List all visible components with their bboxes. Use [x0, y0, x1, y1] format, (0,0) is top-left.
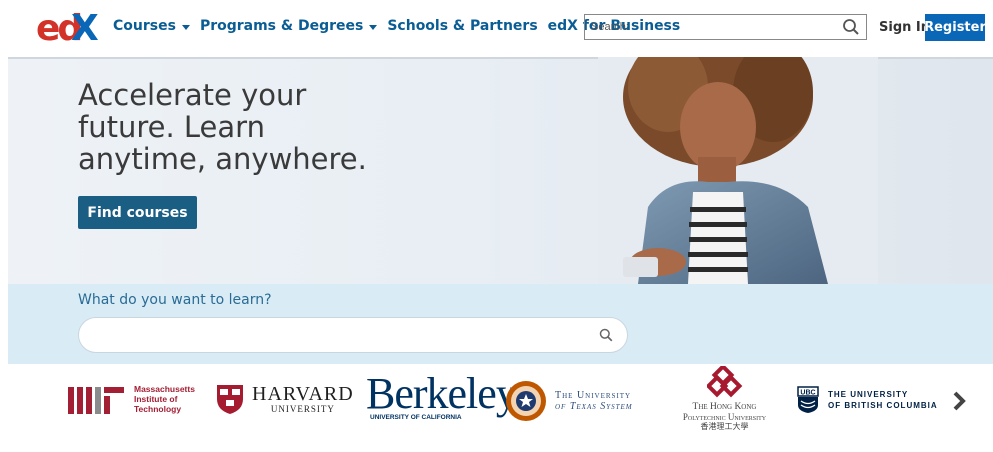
- search-icon[interactable]: [842, 18, 860, 36]
- chevron-right-icon[interactable]: [952, 391, 966, 411]
- polyu-emblem-icon: [706, 366, 742, 398]
- ubc-badge-text: UBC: [800, 390, 815, 397]
- harvard-sub: UNIVERSITY: [270, 404, 335, 414]
- learn-search-input[interactable]: [95, 318, 599, 354]
- mit-logo: [68, 387, 124, 414]
- caret-down-icon: [181, 24, 190, 30]
- polyu-line1: The Hong Kong: [692, 402, 757, 412]
- learn-search-field: [78, 317, 628, 354]
- partner-logos: Massachusetts Institute of Technology HA…: [0, 364, 993, 452]
- learn-search-label: What do you want to learn?: [78, 292, 272, 308]
- hero-title: Accelerate your future. Learn anytime, a…: [78, 78, 367, 176]
- mit-wordmark: Massachusetts Institute of Technology: [134, 384, 195, 414]
- partner-berkeley[interactable]: Berkeley UNIVERSITY OF CALIFORNIA: [366, 369, 518, 422]
- nav-schools-label: Schools & Partners: [387, 18, 538, 34]
- svg-text:X: X: [71, 8, 98, 46]
- texas-seal-icon: [506, 381, 546, 421]
- find-courses-button[interactable]: Find courses: [78, 196, 197, 229]
- nav-programs-label: Programs & Degrees: [199, 18, 364, 34]
- nav-courses-label: Courses: [113, 18, 176, 34]
- search-icon[interactable]: [599, 328, 613, 342]
- nav-courses[interactable]: Courses: [113, 18, 190, 34]
- polyu-line3: 香港理工大學: [700, 422, 749, 431]
- nav-schools-partners[interactable]: Schools & Partners: [387, 18, 537, 34]
- partner-ubc[interactable]: UBC THE UNIVERSITY OF BRITISH COLUMBIA: [797, 386, 938, 414]
- caret-down-icon: [369, 24, 378, 30]
- nav-programs-degrees[interactable]: Programs & Degrees: [199, 18, 378, 34]
- ubc-wordmark: THE UNIVERSITY OF BRITISH COLUMBIA: [828, 389, 938, 411]
- learn-search-section: What do you want to learn?: [8, 284, 993, 364]
- mit-line1: Massachusetts: [134, 384, 195, 394]
- berkeley-name: Berkeley: [366, 369, 518, 418]
- site-search-input[interactable]: [585, 15, 843, 39]
- ubc-line1: THE UNIVERSITY: [828, 390, 909, 399]
- hero-banner: Accelerate your future. Learn anytime, a…: [8, 57, 993, 284]
- polyu-line2: Polytechnic University: [682, 412, 767, 422]
- harvard-name: HARVARD: [252, 383, 354, 405]
- harvard-shield-icon: [217, 385, 243, 414]
- ubc-crest-icon: UBC: [797, 386, 819, 413]
- partner-texas[interactable]: The University of Texas System: [505, 380, 633, 422]
- register-button[interactable]: Register: [924, 14, 986, 41]
- texas-line2: of Texas System: [555, 401, 633, 412]
- hero-photo: [598, 57, 878, 284]
- ubc-line2: OF BRITISH COLUMBIA: [828, 401, 938, 410]
- berkeley-sub: UNIVERSITY OF CALIFORNIA: [370, 414, 462, 421]
- edx-logo[interactable]: ed X: [36, 8, 98, 46]
- site-search: [584, 14, 867, 40]
- texas-wordmark: The University of Texas System: [555, 390, 633, 412]
- site-header: ed X Courses Programs & Degrees Schools …: [0, 0, 993, 57]
- partner-harvard[interactable]: HARVARD UNIVERSITY: [216, 383, 354, 415]
- partner-mit[interactable]: Massachusetts Institute of Technology: [68, 384, 195, 414]
- partner-hk-polyu[interactable]: The Hong Kong Polytechnic University 香港理…: [652, 366, 797, 432]
- mit-line2: Institute of: [134, 394, 178, 404]
- harvard-wordmark: HARVARD UNIVERSITY: [252, 384, 354, 414]
- mit-line3: Technology: [134, 404, 182, 414]
- texas-line1: The University: [555, 390, 632, 401]
- sign-in-link[interactable]: Sign In: [879, 20, 930, 35]
